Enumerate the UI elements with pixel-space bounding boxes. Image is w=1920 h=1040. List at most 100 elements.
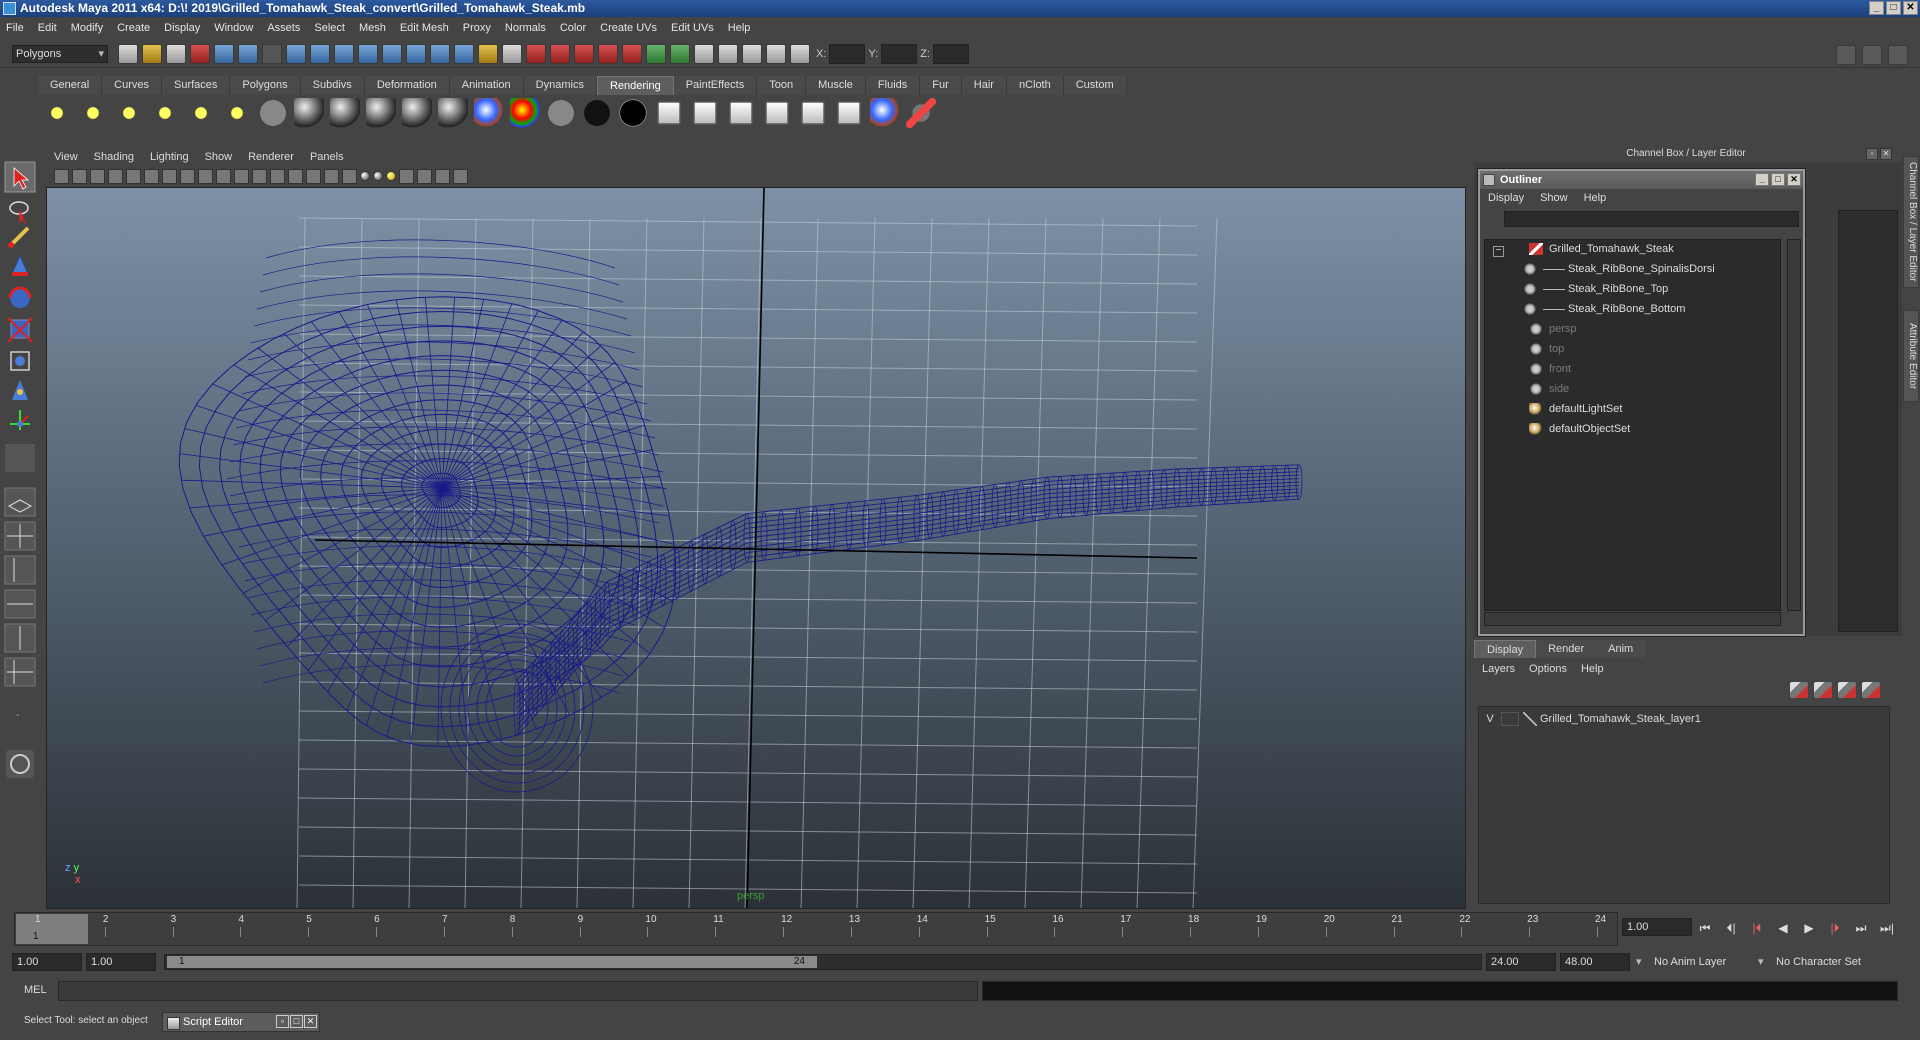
animation-end-time-field[interactable]: 48.00 [1560,953,1630,971]
point-light-icon[interactable] [114,98,144,128]
blinn-sphere-icon[interactable] [294,98,324,128]
shelf-tab-rendering[interactable]: Rendering [596,76,674,95]
menu-select[interactable]: Select [314,22,345,34]
layer-tab-display[interactable]: Display [1474,640,1537,658]
wireframe-on-shaded-icon[interactable] [324,168,339,184]
hypershade-icon[interactable] [657,101,681,125]
ipr-render-icon[interactable] [765,101,789,125]
layer-display-type-toggle[interactable] [1501,712,1519,726]
move-tool-icon[interactable] [11,254,29,276]
layer-menu-help[interactable]: Help [1581,663,1604,675]
select-curves-icon[interactable] [334,43,354,64]
step-forward-frame-button[interactable]: |⏵ [1826,920,1844,936]
command-language-label[interactable]: MEL [24,984,47,996]
character-set-dropdown[interactable]: No Character Set [1758,953,1888,971]
time-slider-current-frame[interactable] [16,914,88,944]
outliner-maximize-button[interactable]: □ [1771,173,1785,186]
output-ops-icon[interactable] [670,43,690,64]
shelf-tab-painteffects[interactable]: PaintEffects [673,76,758,95]
script-editor-restore-button[interactable]: ▫ [276,1015,289,1028]
last-tool-slot[interactable] [5,444,35,472]
toolbox-more-indicator[interactable]: - [16,710,20,721]
side-tab-channel-box[interactable]: Channel Box / Layer Editor [1903,156,1919,288]
persp-outliner-layout-icon[interactable] [4,555,36,585]
toolbox-bottom-icon[interactable] [6,750,34,778]
image-plane-icon[interactable] [108,168,123,184]
layer-row[interactable]: V Grilled_Tomahawk_Steak_layer1 [1479,708,1889,730]
render-view-icon[interactable] [693,101,717,125]
collapse-toggle-icon[interactable]: − [1493,246,1504,257]
textured-icon[interactable] [342,168,357,184]
volume-light-icon[interactable] [222,98,252,128]
soft-mod-tool-icon[interactable] [12,380,28,400]
range-slider-handle[interactable]: 1 24 [167,956,817,968]
select-tool-icon[interactable] [4,161,36,193]
single-perspective-layout-icon[interactable] [4,487,36,517]
scale-tool-icon[interactable] [7,317,33,343]
viewport-menu-view[interactable]: View [54,151,78,163]
menu-proxy[interactable]: Proxy [463,22,491,34]
go-to-end-button[interactable]: ⏭| [1878,920,1896,936]
menu-file[interactable]: File [6,22,24,34]
field-chart-icon[interactable] [234,168,249,184]
layer-tab-render[interactable]: Render [1536,640,1597,658]
outliner-item[interactable]: Steak_RibBone_Bottom [1523,300,1685,318]
layer-tab-anim[interactable]: Anim [1596,640,1646,658]
outliner-item[interactable]: Steak_RibBone_SpinalisDorsi [1523,260,1715,278]
menu-display[interactable]: Display [164,22,200,34]
input-ops-icon[interactable] [646,43,666,64]
phong-sphere-icon[interactable] [366,98,396,128]
go-to-start-button[interactable]: ⏮ [1696,920,1714,936]
construction-history-icon[interactable] [694,43,714,64]
channel-box-values[interactable] [1838,210,1898,632]
toggle-attribute-editor-icon[interactable] [1836,45,1856,65]
outliner-item[interactable]: defaultLightSet [1529,400,1622,418]
camera-attributes-icon[interactable] [72,168,87,184]
phonge-sphere-icon[interactable] [402,98,432,128]
select-by-component-icon[interactable] [238,43,258,64]
menu-normals[interactable]: Normals [505,22,546,34]
shelf-tab-custom[interactable]: Custom [1063,76,1127,95]
menu-set-dropdown[interactable]: Polygons [12,44,108,63]
perspective-viewport[interactable]: z y x persp [46,187,1466,909]
snap-curve-icon[interactable] [550,43,570,64]
safe-action-icon[interactable] [252,168,267,184]
shelf-tab-ncloth[interactable]: nCloth [1006,76,1064,95]
menu-edit-uvs[interactable]: Edit UVs [671,22,714,34]
shelf-tab-fluids[interactable]: Fluids [865,76,921,95]
close-button[interactable]: ✕ [1903,1,1918,15]
persp-graph-outliner-layout-icon[interactable] [4,657,36,687]
surface-shader-icon[interactable] [546,98,576,128]
bookmarks-icon[interactable] [90,168,105,184]
smooth-shading-icon[interactable] [306,168,321,184]
outliner-title-bar[interactable]: Outliner _ □ ✕ [1480,171,1803,189]
spot-light-icon[interactable] [150,98,180,128]
isolate-select-icon[interactable] [399,168,414,184]
command-input[interactable] [58,981,978,1001]
safe-title-icon[interactable] [270,168,285,184]
shelf-tab-toon[interactable]: Toon [757,76,807,95]
snap-point-icon[interactable] [574,43,594,64]
select-camera-icon[interactable] [54,168,69,184]
film-gate-icon[interactable] [180,168,195,184]
save-scene-icon[interactable] [166,43,186,64]
shelf-tab-curves[interactable]: Curves [102,76,162,95]
outliner-close-button[interactable]: ✕ [1787,173,1801,186]
dock-float-button[interactable]: ▫ [1866,148,1878,160]
script-editor-close-button[interactable]: ✕ [304,1015,317,1028]
batch-render-icon[interactable] [801,101,825,125]
anisotropic-sphere-icon[interactable] [438,98,468,128]
xray-components-icon[interactable] [453,168,468,184]
new-scene-icon[interactable] [118,43,138,64]
step-back-key-button[interactable]: ⏴| [1722,920,1740,936]
time-slider[interactable]: 1 2 3 4 5 6 7 8 9 10 11 12 13 14 15 16 17 18 19 20 21 22 23 24 … [14,912,1618,946]
select-deformations-icon[interactable] [382,43,402,64]
menu-window[interactable]: Window [214,22,253,34]
universal-manipulator-icon[interactable] [10,351,30,371]
paint-select-tool-icon[interactable] [8,226,30,248]
outliner-item[interactable]: Steak_RibBone_Top [1523,280,1668,298]
2d-pan-zoom-icon[interactable] [126,168,141,184]
open-scene-icon[interactable] [142,43,162,64]
playback-end-time-field[interactable]: 24.00 [1486,953,1556,971]
xray-joints-icon[interactable] [435,168,450,184]
